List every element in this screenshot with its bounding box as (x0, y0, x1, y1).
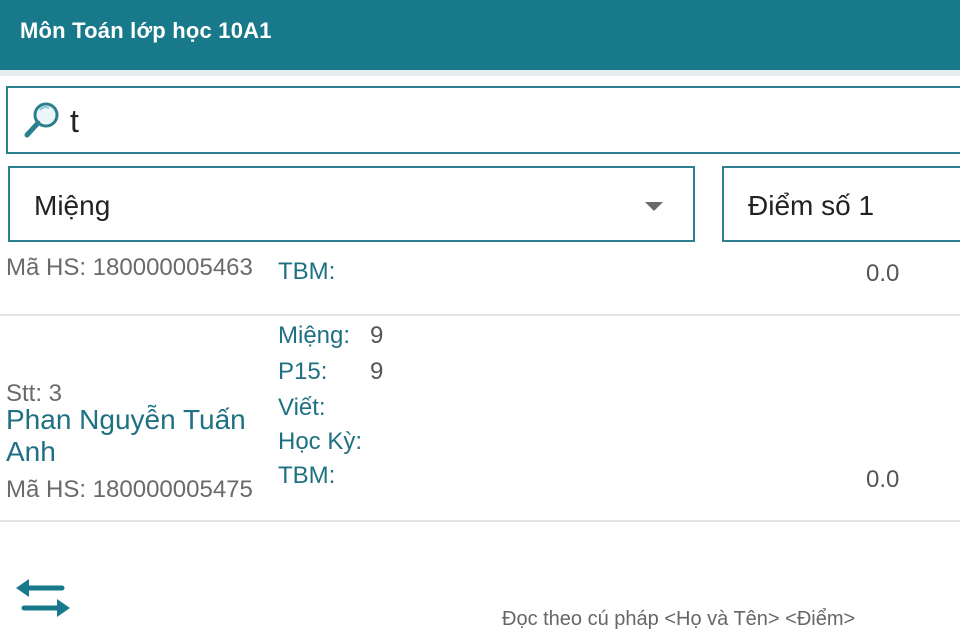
swap-arrows-icon[interactable] (14, 578, 72, 618)
tbm-value: 0.0 (866, 260, 900, 287)
search-box[interactable] (6, 86, 960, 154)
header-divider (0, 70, 960, 76)
score-column-selected: Điểm số 1 (748, 190, 875, 221)
student-id: Mã HS: 180000005463 (6, 254, 253, 281)
search-input[interactable] (70, 98, 930, 144)
search-icon[interactable] (22, 100, 62, 140)
p15-value[interactable]: 9 (370, 358, 383, 386)
student-id: Mã HS: 180000005475 (6, 476, 253, 503)
tbm-label: TBM: (278, 258, 336, 285)
score-type-dropdown[interactable]: Miệng (8, 166, 695, 242)
mieng-value[interactable]: 9 (370, 322, 383, 350)
page-title: Môn Toán lớp học 10A1 (20, 18, 272, 43)
student-row[interactable]: Mã HS: 180000005463 TBM: 0.0 (0, 244, 960, 316)
p15-label: P15: (278, 358, 328, 385)
viet-label: Viết: (278, 394, 326, 421)
tbm-label: TBM: (278, 462, 336, 489)
score-type-selected: Miệng (34, 190, 111, 221)
chevron-down-icon[interactable] (645, 202, 663, 211)
student-name[interactable]: Phan Nguyễn Tuấn Anh (6, 404, 266, 468)
syntax-hint: Đọc theo cú pháp <Họ và Tên> <Điểm> (502, 608, 856, 630)
hocky-label: Học Kỳ: (278, 428, 363, 455)
score-column-dropdown[interactable]: Điểm số 1 (722, 166, 960, 242)
mieng-label: Miệng: (278, 322, 351, 349)
student-row[interactable]: Stt: 3 Phan Nguyễn Tuấn Anh Mã HS: 18000… (0, 316, 960, 522)
tbm-value: 0.0 (866, 466, 900, 493)
app-header: Môn Toán lớp học 10A1 (0, 0, 960, 70)
